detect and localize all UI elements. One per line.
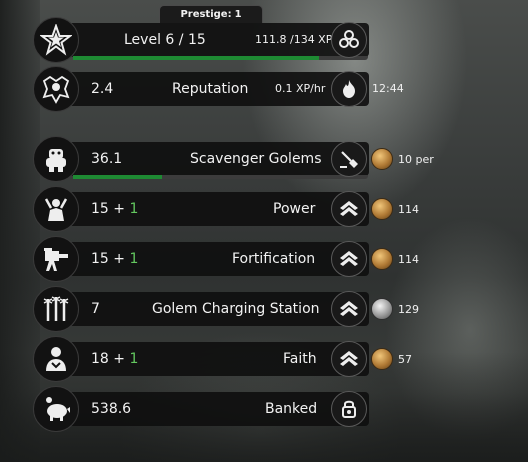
piggy-bank-icon: [33, 386, 79, 432]
upgrade-button-faith[interactable]: [331, 341, 367, 377]
chevron-up-icon: [340, 351, 358, 366]
resource-value: 36.1: [91, 151, 123, 167]
resource-value-base: 15 +: [91, 251, 130, 267]
resource-cost: 57: [371, 347, 412, 371]
silver-coin-icon: [371, 298, 393, 320]
level-xp: 111.8 /134 XP: [255, 33, 333, 46]
resource-label: Scavenger Golems: [190, 151, 322, 167]
reputation-row: 2.4 Reputation 0.1 XP/hr 12:44: [33, 66, 528, 112]
bank-button[interactable]: [331, 391, 367, 427]
resource-cost-text: 114: [398, 202, 419, 216]
reputation-label: Reputation: [172, 81, 249, 97]
nodes-icon: [339, 30, 359, 48]
resource-value: 15 + 1: [91, 192, 138, 226]
resource-cost-text: 114: [398, 252, 419, 266]
resource-value-base: 15 +: [91, 201, 130, 217]
shovel-icon: [340, 151, 358, 168]
resource-cost-text: 129: [398, 302, 419, 316]
resource-cost: 114: [371, 197, 419, 221]
resource-value-bonus: 1: [129, 201, 139, 217]
resource-label: Power: [273, 201, 316, 217]
scavenge-button[interactable]: [331, 141, 367, 177]
resource-cost-text: 57: [398, 352, 412, 366]
level-progress: [73, 56, 368, 60]
turret-icon: [33, 236, 79, 282]
reputation-button[interactable]: [331, 71, 367, 107]
gold-coin-icon: [371, 198, 393, 220]
upgrade-button-fortification[interactable]: [331, 241, 367, 277]
power-icon: [33, 186, 79, 232]
lock-icon: [342, 400, 356, 418]
level-progress-fill: [73, 56, 320, 60]
resource-value-base: 18 +: [91, 351, 130, 367]
resource-row-fortification: 15 + 1 Fortification 114: [33, 236, 528, 282]
resource-row-scavenger-golems: 36.1 Scavenger Golems 10 per: [33, 136, 528, 182]
chevron-up-icon: [340, 301, 358, 316]
resource-cost: 114: [371, 247, 419, 271]
resource-row-golem-charging-station: 7 Golem Charging Station 129: [33, 286, 528, 332]
level-separator: /: [178, 32, 184, 48]
banked-value: 538.6: [91, 401, 132, 417]
resource-row-faith: 18 + 1 Faith 57: [33, 336, 528, 382]
chevron-up-icon: [340, 201, 358, 216]
praying-figure-icon: [33, 336, 79, 382]
gold-coin-icon: [371, 148, 393, 170]
chevron-up-icon: [340, 251, 358, 266]
resource-cost-text: 10 per: [398, 152, 434, 166]
flame-icon: [343, 80, 355, 98]
level-row: Level 6 / 15 111.8 /134 XP: [33, 17, 528, 63]
resource-value: 7: [91, 301, 100, 317]
golem-progress-fill: [73, 175, 162, 179]
upgrade-button-golem-charging-station[interactable]: [331, 291, 367, 327]
banked-row: 538.6 Banked: [33, 386, 528, 432]
resource-label: Golem Charging Station: [152, 301, 320, 317]
level-current: 6: [165, 32, 175, 48]
level-text: Level 6 / 15: [124, 23, 206, 57]
golem-progress: [73, 175, 368, 179]
resource-value: 18 + 1: [91, 342, 138, 376]
lightning-rods-icon: [33, 286, 79, 332]
resource-value-bonus: 1: [129, 251, 139, 267]
level-max: 15: [187, 32, 206, 48]
resource-cost: 129: [371, 297, 419, 321]
reputation-rate: 0.1 XP/hr: [275, 82, 326, 95]
reputation-icon: [33, 66, 79, 112]
resource-value-bonus: 1: [129, 351, 139, 367]
prestige-button[interactable]: [331, 22, 367, 58]
reputation-timer: 12:44: [372, 82, 404, 95]
upgrade-button-power[interactable]: [331, 191, 367, 227]
gold-coin-icon: [371, 248, 393, 270]
gold-coin-icon: [371, 348, 393, 370]
level-label: Level: [124, 32, 161, 48]
resource-cost: 10 per: [371, 147, 434, 171]
resource-label: Fortification: [232, 251, 316, 267]
resource-value: 15 + 1: [91, 242, 138, 276]
banked-label: Banked: [265, 401, 318, 417]
resource-row-power: 15 + 1 Power 114: [33, 186, 528, 232]
resource-label: Faith: [283, 351, 317, 367]
reputation-value: 2.4: [91, 81, 114, 97]
